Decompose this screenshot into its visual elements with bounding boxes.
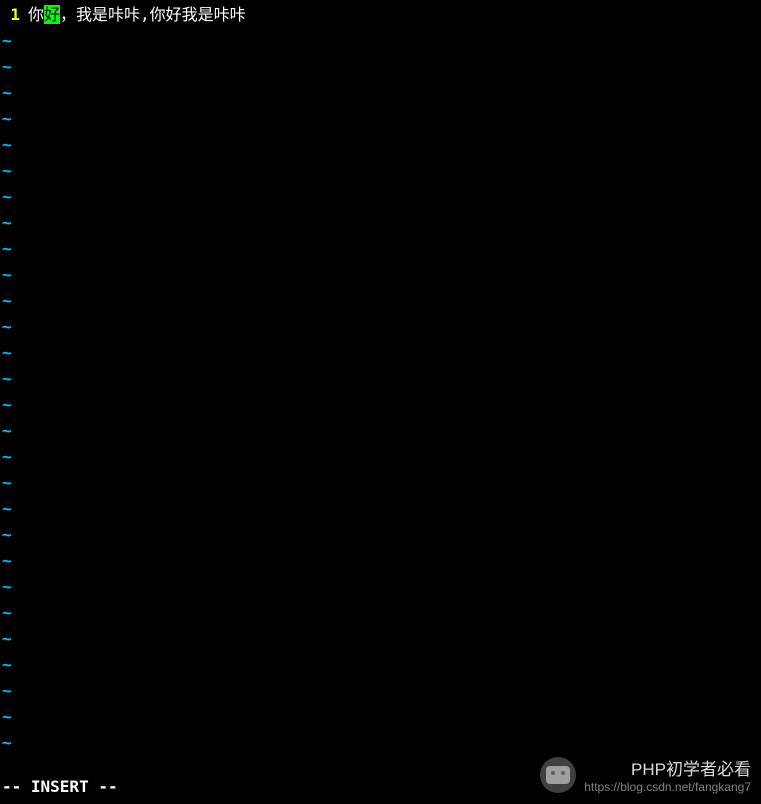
empty-line: ~ [0, 54, 761, 80]
tilde-marker: ~ [0, 600, 12, 626]
tilde-marker: ~ [0, 730, 12, 756]
text-before-cursor: 你 [28, 5, 44, 24]
watermark-url: https://blog.csdn.net/fangkang7 [584, 780, 751, 794]
empty-line: ~ [0, 418, 761, 444]
empty-line: ~ [0, 106, 761, 132]
tilde-marker: ~ [0, 210, 12, 236]
vim-status-bar: -- INSERT -- [2, 777, 118, 796]
tilde-marker: ~ [0, 704, 12, 730]
tilde-marker: ~ [0, 184, 12, 210]
empty-line: ~ [0, 184, 761, 210]
tilde-marker: ~ [0, 652, 12, 678]
empty-line: ~ [0, 496, 761, 522]
empty-line: ~ [0, 574, 761, 600]
tilde-marker: ~ [0, 158, 12, 184]
line-content[interactable]: 你好，我是咔咔,你好我是咔咔 [24, 2, 246, 28]
empty-line: ~ [0, 340, 761, 366]
tilde-marker: ~ [0, 496, 12, 522]
tilde-marker: ~ [0, 418, 12, 444]
tilde-marker: ~ [0, 626, 12, 652]
tilde-marker: ~ [0, 314, 12, 340]
empty-line: ~ [0, 600, 761, 626]
tilde-marker: ~ [0, 262, 12, 288]
tilde-marker: ~ [0, 366, 12, 392]
empty-line: ~ [0, 314, 761, 340]
watermark-title: PHP初学者必看 [584, 755, 751, 780]
empty-line: ~ [0, 28, 761, 54]
tilde-marker: ~ [0, 132, 12, 158]
empty-line: ~ [0, 80, 761, 106]
empty-line: ~ [0, 262, 761, 288]
line-number: 1 [0, 2, 24, 28]
watermark: PHP初学者必看 https://blog.csdn.net/fangkang7 [540, 755, 751, 794]
watermark-text: PHP初学者必看 https://blog.csdn.net/fangkang7 [584, 755, 751, 794]
editor-line[interactable]: 1 你好，我是咔咔,你好我是咔咔 [0, 2, 761, 28]
wechat-icon [540, 757, 576, 793]
empty-line: ~ [0, 236, 761, 262]
empty-line: ~ [0, 678, 761, 704]
empty-line: ~ [0, 288, 761, 314]
empty-line: ~ [0, 366, 761, 392]
tilde-marker: ~ [0, 522, 12, 548]
vim-editor[interactable]: 1 你好，我是咔咔,你好我是咔咔 ~~~~~~~~~~~~~~~~~~~~~~~… [0, 0, 761, 758]
empty-line: ~ [0, 548, 761, 574]
tilde-marker: ~ [0, 548, 12, 574]
empty-line: ~ [0, 470, 761, 496]
tilde-marker: ~ [0, 28, 12, 54]
empty-line: ~ [0, 626, 761, 652]
text-after-cursor: ，我是咔咔,你好我是咔咔 [60, 5, 246, 24]
empty-line: ~ [0, 522, 761, 548]
tilde-marker: ~ [0, 80, 12, 106]
tilde-marker: ~ [0, 470, 12, 496]
tilde-marker: ~ [0, 574, 12, 600]
tilde-marker: ~ [0, 678, 12, 704]
empty-line: ~ [0, 652, 761, 678]
tilde-marker: ~ [0, 54, 12, 80]
cursor: 好 [44, 5, 60, 24]
tilde-marker: ~ [0, 444, 12, 470]
tilde-marker: ~ [0, 392, 12, 418]
empty-line: ~ [0, 158, 761, 184]
tilde-marker: ~ [0, 106, 12, 132]
tilde-marker: ~ [0, 236, 12, 262]
empty-line: ~ [0, 704, 761, 730]
tilde-marker: ~ [0, 288, 12, 314]
empty-line: ~ [0, 444, 761, 470]
empty-line: ~ [0, 210, 761, 236]
empty-line: ~ [0, 132, 761, 158]
tilde-marker: ~ [0, 340, 12, 366]
empty-line: ~ [0, 392, 761, 418]
empty-line: ~ [0, 730, 761, 756]
